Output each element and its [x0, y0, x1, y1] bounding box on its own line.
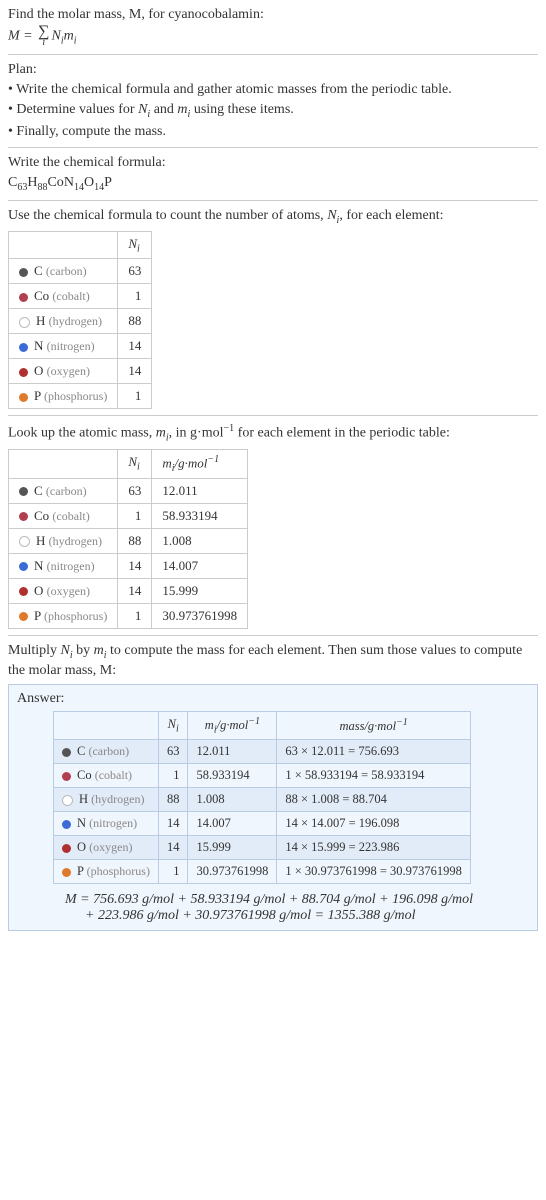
table-row: C (carbon)63: [9, 259, 152, 284]
answer-title: Answer:: [17, 691, 529, 707]
plan-title: Plan:: [8, 61, 538, 79]
element-cell: P (phosphorus): [9, 603, 118, 628]
divider: [8, 200, 538, 201]
element-cell: Co (cobalt): [9, 284, 118, 309]
table-row: C (carbon)6312.01163 × 12.011 = 756.693: [54, 740, 471, 764]
divider: [8, 147, 538, 148]
element-cell: N (nitrogen): [9, 553, 118, 578]
table-row: N (nitrogen)1414.007: [9, 553, 248, 578]
table-row: C (carbon)6312.011: [9, 478, 248, 503]
step-multiply: Multiply Ni by mi to compute the mass fo…: [8, 642, 538, 680]
divider: [8, 415, 538, 416]
element-cell: P (phosphorus): [54, 860, 159, 884]
table-row: H (hydrogen)881.00888 × 1.008 = 88.704: [54, 788, 471, 812]
table-row: H (hydrogen)881.008: [9, 528, 248, 553]
element-cell: N (nitrogen): [54, 812, 159, 836]
table-row: Co (cobalt)158.933194: [9, 503, 248, 528]
element-cell: C (carbon): [9, 478, 118, 503]
step-count-atoms: Use the chemical formula to count the nu…: [8, 207, 538, 227]
element-cell: N (nitrogen): [9, 334, 118, 359]
table-row: O (oxygen)1415.99914 × 15.999 = 223.986: [54, 836, 471, 860]
element-cell: O (oxygen): [54, 836, 159, 860]
intro-text: Find the molar mass, M, for cyanocobalam…: [8, 6, 538, 24]
step-write-formula: Write the chemical formula:: [8, 154, 538, 172]
step-atomic-mass: Look up the atomic mass, mi, in g·mol−1 …: [8, 422, 538, 444]
element-cell: Co (cobalt): [54, 764, 159, 788]
table-row: O (oxygen)1415.999: [9, 578, 248, 603]
divider: [8, 635, 538, 636]
element-cell: H (hydrogen): [9, 309, 118, 334]
element-cell: C (carbon): [9, 259, 118, 284]
table-row: P (phosphorus)130.9737619981 × 30.973761…: [54, 860, 471, 884]
element-cell: C (carbon): [54, 740, 159, 764]
table-row: H (hydrogen)88: [9, 309, 152, 334]
table-row: O (oxygen)14: [9, 359, 152, 384]
chemical-formula: C63H88CoN14O14P: [8, 174, 538, 194]
atomic-mass-table: Nimi/g·mol−1 C (carbon)6312.011Co (cobal…: [8, 449, 248, 629]
table-row: P (phosphorus)130.973761998: [9, 603, 248, 628]
table-row: N (nitrogen)1414.00714 × 14.007 = 196.09…: [54, 812, 471, 836]
divider: [8, 54, 538, 55]
molar-mass-formula: M = ∑iNimi: [8, 26, 538, 47]
table-row: Co (cobalt)158.9331941 × 58.933194 = 58.…: [54, 764, 471, 788]
plan-item-2: • Determine values for Ni and mi using t…: [8, 101, 538, 121]
plan-item-1: • Write the chemical formula and gather …: [8, 81, 538, 99]
table-row: P (phosphorus)1: [9, 384, 152, 409]
final-sum: M = 756.693 g/mol + 58.933194 g/mol + 88…: [53, 892, 529, 924]
atom-count-table: Ni C (carbon)63Co (cobalt)1H (hydrogen)8…: [8, 231, 152, 410]
answer-table: Nimi/g·mol−1mass/g·mol−1 C (carbon)6312.…: [53, 711, 471, 885]
element-cell: P (phosphorus): [9, 384, 118, 409]
element-cell: O (oxygen): [9, 578, 118, 603]
element-cell: O (oxygen): [9, 359, 118, 384]
table-row: N (nitrogen)14: [9, 334, 152, 359]
answer-panel: Answer: Nimi/g·mol−1mass/g·mol−1 C (carb…: [8, 684, 538, 932]
element-cell: Co (cobalt): [9, 503, 118, 528]
element-cell: H (hydrogen): [9, 528, 118, 553]
table-row: Co (cobalt)1: [9, 284, 152, 309]
plan-item-3: • Finally, compute the mass.: [8, 123, 538, 141]
element-cell: H (hydrogen): [54, 788, 159, 812]
